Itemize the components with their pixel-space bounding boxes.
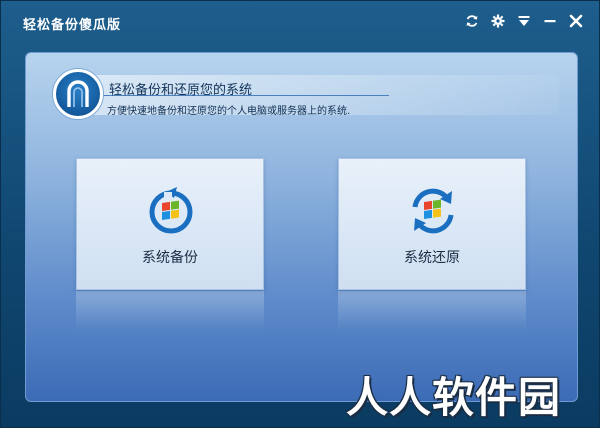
minimize-icon[interactable] [541, 12, 559, 30]
refresh-icon[interactable] [463, 12, 481, 30]
system-backup-button[interactable]: 系统备份 [76, 158, 264, 290]
watermark-text: 人人软件园 [346, 373, 562, 422]
banner-subtitle: 方便快速地备份和还原您的个人电脑或服务器上的系统. [107, 106, 351, 117]
window-controls [463, 12, 585, 30]
card-reflection [76, 291, 264, 331]
restore-icon [406, 183, 460, 237]
system-backup-label: 系统备份 [142, 250, 198, 266]
app-window: 轻松备份傻瓜版 轻松备份和还原您的系统 方便快速地备份和还原您的个人电脑或服务器… [0, 0, 600, 428]
banner-title: 轻松备份和还原您的系统 [109, 83, 253, 98]
info-banner: 轻松备份和还原您的系统 方便快速地备份和还原您的个人电脑或服务器上的系统. [39, 68, 564, 120]
title-bar[interactable]: 轻松备份傻瓜版 [1, 1, 600, 45]
card-reflection [338, 291, 526, 331]
system-restore-button[interactable]: 系统还原 [338, 158, 526, 290]
menu-icon[interactable] [515, 12, 533, 30]
backup-icon [144, 183, 198, 237]
archway-icon [53, 69, 103, 119]
gear-icon[interactable] [489, 12, 507, 30]
app-title: 轻松备份傻瓜版 [23, 18, 122, 33]
system-restore-label: 系统还原 [404, 250, 460, 266]
close-icon[interactable] [567, 12, 585, 30]
